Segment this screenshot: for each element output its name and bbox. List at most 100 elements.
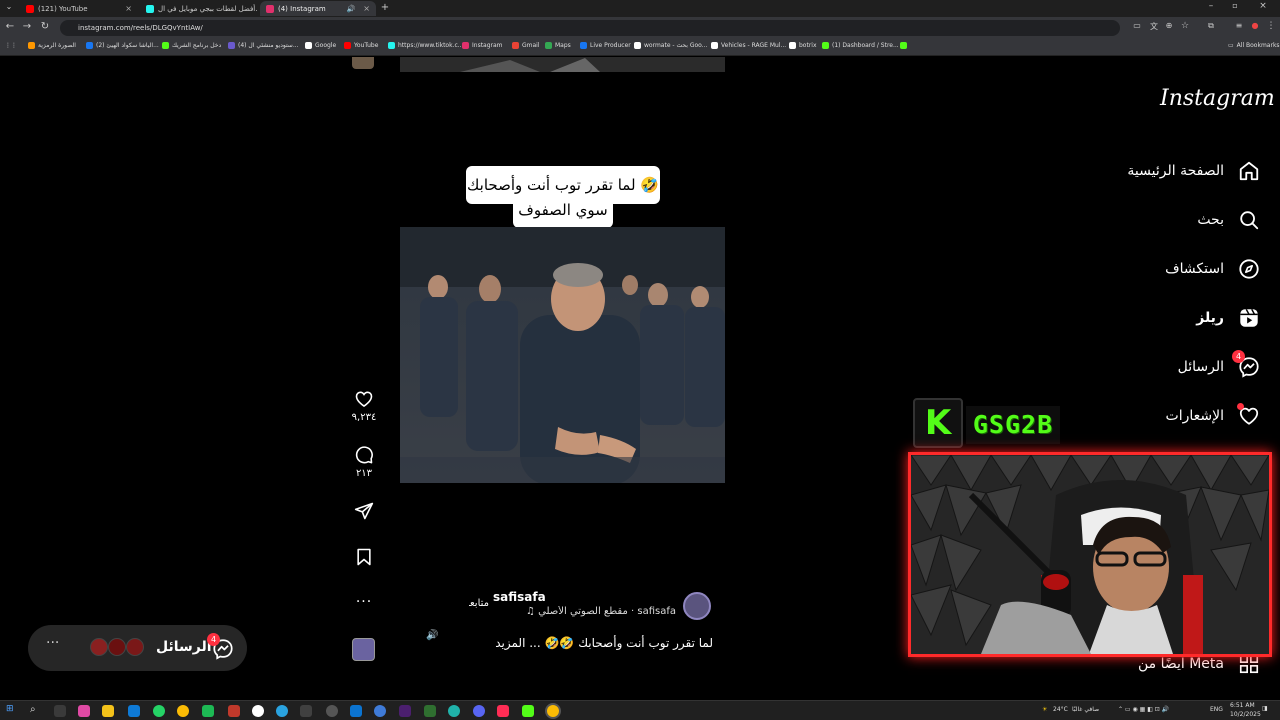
bookmark-item[interactable]: (1) Dashboard / Stre... bbox=[822, 42, 899, 49]
reel-video[interactable] bbox=[400, 227, 725, 483]
app-icon[interactable] bbox=[350, 705, 362, 717]
nav-notifications[interactable]: الإشعارات bbox=[1100, 401, 1260, 431]
author-username[interactable]: safisafa bbox=[493, 590, 546, 604]
bookmark-item[interactable]: Live Producer bbox=[580, 42, 631, 49]
explore-icon bbox=[1239, 259, 1259, 279]
bookmark-item[interactable]: الصورة الرمزية bbox=[28, 42, 76, 49]
messages-floating-button[interactable]: ··· الرسائل 4 bbox=[28, 625, 247, 671]
instagram-logo[interactable]: Instagram bbox=[1160, 86, 1275, 111]
mute-icon[interactable]: 🔊 bbox=[426, 630, 438, 641]
zoom-icon[interactable]: ⊕ bbox=[1162, 21, 1176, 30]
clock-time[interactable]: 6:51 AM bbox=[1230, 702, 1255, 709]
bookmark-item[interactable]: (4) ستوديو منشئي ال... bbox=[228, 42, 299, 49]
bookmark-star-icon[interactable]: ☆ bbox=[1178, 21, 1192, 31]
app-icon[interactable] bbox=[374, 705, 386, 717]
tab-youtube[interactable]: (121) YouTube × bbox=[20, 1, 138, 16]
search-icon[interactable]: ⌕ bbox=[30, 704, 36, 715]
more-icon[interactable]: ··· bbox=[46, 635, 59, 651]
nav-explore[interactable]: استكشاف bbox=[1100, 254, 1260, 284]
app-icon[interactable] bbox=[300, 705, 312, 717]
close-window-icon[interactable]: × bbox=[1256, 1, 1270, 11]
tab-instagram[interactable]: (4) Instagram 🔊 × bbox=[260, 1, 376, 16]
menu-icon[interactable]: ⋮ bbox=[1264, 21, 1278, 31]
url-field[interactable]: instagram.com/reels/DLGQvYntIAw/ bbox=[60, 20, 1120, 36]
forward-icon[interactable]: → bbox=[20, 21, 34, 32]
chrome-icon[interactable] bbox=[177, 705, 189, 717]
clock-date: 10/2/2025 bbox=[1230, 711, 1261, 718]
reading-list-icon[interactable]: ≡ bbox=[1232, 21, 1246, 30]
apps-icon[interactable]: ⋮⋮ bbox=[5, 42, 17, 49]
notifications-icon[interactable]: ◨ bbox=[1262, 705, 1268, 712]
bookmark-item[interactable]: botrix bbox=[789, 42, 817, 49]
bookmark-label: Google bbox=[315, 42, 337, 49]
windows-start-icon[interactable]: ⊞ bbox=[6, 704, 14, 714]
app-icon[interactable] bbox=[448, 705, 460, 717]
nav-reels[interactable]: ريلز bbox=[1100, 303, 1260, 333]
author-avatar[interactable] bbox=[683, 592, 711, 620]
more-options-icon[interactable]: ··· bbox=[345, 594, 383, 610]
cast-icon[interactable]: ▭ bbox=[1130, 21, 1144, 30]
bookmark-item[interactable]: دخل برنامج الشريك bbox=[162, 42, 221, 49]
close-icon[interactable]: × bbox=[363, 4, 370, 13]
audio-thumbnail[interactable] bbox=[352, 638, 375, 661]
language-indicator[interactable]: ENG bbox=[1210, 706, 1223, 713]
new-tab-button[interactable]: + bbox=[378, 2, 392, 13]
nav-search[interactable]: بحث bbox=[1100, 205, 1260, 235]
tray-icons[interactable]: ⌃ ▭ ◉ ▦ ◧ ⊡ 🔊 bbox=[1118, 706, 1169, 713]
like-button[interactable]: ٩,٢٣٤ bbox=[345, 389, 383, 423]
reload-icon[interactable]: ↻ bbox=[38, 21, 52, 32]
webcam-overlay bbox=[908, 452, 1272, 657]
follow-button[interactable]: متابعة bbox=[469, 598, 489, 609]
save-button[interactable] bbox=[345, 547, 383, 570]
obs-icon[interactable] bbox=[326, 705, 338, 717]
reel-description[interactable]: لما تقرر توب أنت وأصحابك 🤣🤣 ... المزيد bbox=[478, 636, 713, 650]
bookmark-item[interactable]: Instagram bbox=[462, 42, 503, 49]
nav-messages[interactable]: الرسائل 4 bbox=[1100, 350, 1260, 382]
bookmark-label: الصورة الرمزية bbox=[38, 42, 76, 49]
previous-reel-preview[interactable] bbox=[400, 57, 725, 72]
maximize-icon[interactable]: ▫ bbox=[1228, 1, 1242, 10]
telegram-icon[interactable] bbox=[276, 705, 288, 717]
discord-icon[interactable] bbox=[473, 705, 485, 717]
heart-icon bbox=[355, 391, 373, 408]
app-icon[interactable] bbox=[424, 705, 436, 717]
whatsapp-icon[interactable] bbox=[153, 705, 165, 717]
app-icon[interactable] bbox=[78, 705, 90, 717]
file-explorer-icon[interactable] bbox=[102, 705, 114, 717]
app-icon[interactable] bbox=[252, 705, 264, 717]
nav-home[interactable]: الصفحة الرئيسية bbox=[1100, 156, 1260, 186]
previous-reel-avatar[interactable] bbox=[352, 57, 374, 69]
kick-bookmark-icon[interactable] bbox=[900, 42, 907, 49]
bookmark-item[interactable]: (2) الياشا سكواد الهيئ... bbox=[86, 42, 159, 49]
extensions-icon[interactable]: ⧉ bbox=[1204, 21, 1218, 31]
bookmark-item[interactable]: Gmail bbox=[512, 42, 540, 49]
weather-temp[interactable]: 24°C bbox=[1053, 706, 1068, 713]
speaker-icon[interactable]: 🔊 bbox=[347, 5, 356, 13]
bookmark-item[interactable]: Maps bbox=[545, 42, 571, 49]
translate-icon[interactable]: 文 bbox=[1147, 21, 1161, 32]
share-button[interactable] bbox=[345, 501, 383, 524]
all-bookmarks[interactable]: ▭ All Bookmarks bbox=[1228, 42, 1280, 49]
premiere-icon[interactable] bbox=[399, 705, 411, 717]
store-icon[interactable] bbox=[128, 705, 140, 717]
tab-search-icon[interactable]: ⌄ bbox=[2, 2, 16, 11]
bookmark-item[interactable]: Google bbox=[305, 42, 336, 49]
app-icon[interactable] bbox=[497, 705, 509, 717]
bookmark-item[interactable]: Vehicles - RAGE Mul... bbox=[711, 42, 786, 49]
profile-icon[interactable]: ● bbox=[1248, 21, 1262, 30]
close-icon[interactable]: × bbox=[125, 4, 132, 13]
app-icon[interactable] bbox=[228, 705, 240, 717]
kick-icon[interactable] bbox=[522, 705, 534, 717]
minimize-icon[interactable]: – bbox=[1204, 1, 1218, 11]
comment-button[interactable]: ٢١٣ bbox=[345, 445, 383, 479]
tab-tiktok[interactable]: أفضل لقطات ببجي موبايل في ال... × bbox=[140, 1, 258, 16]
bookmark-item[interactable]: YouTube bbox=[344, 42, 378, 49]
bookmark-item[interactable]: wormate - بحث Goo... bbox=[634, 42, 707, 49]
app-icon[interactable] bbox=[202, 705, 214, 717]
chrome-active-icon[interactable] bbox=[547, 705, 559, 717]
comment-icon bbox=[355, 446, 373, 464]
bookmark-item[interactable]: https://www.tiktok.c... bbox=[388, 42, 464, 49]
back-icon[interactable]: ← bbox=[3, 21, 17, 32]
task-view-icon[interactable] bbox=[54, 705, 66, 717]
audio-label[interactable]: safisafa · مقطع الصوتي الأصلي ♫ bbox=[496, 606, 676, 617]
